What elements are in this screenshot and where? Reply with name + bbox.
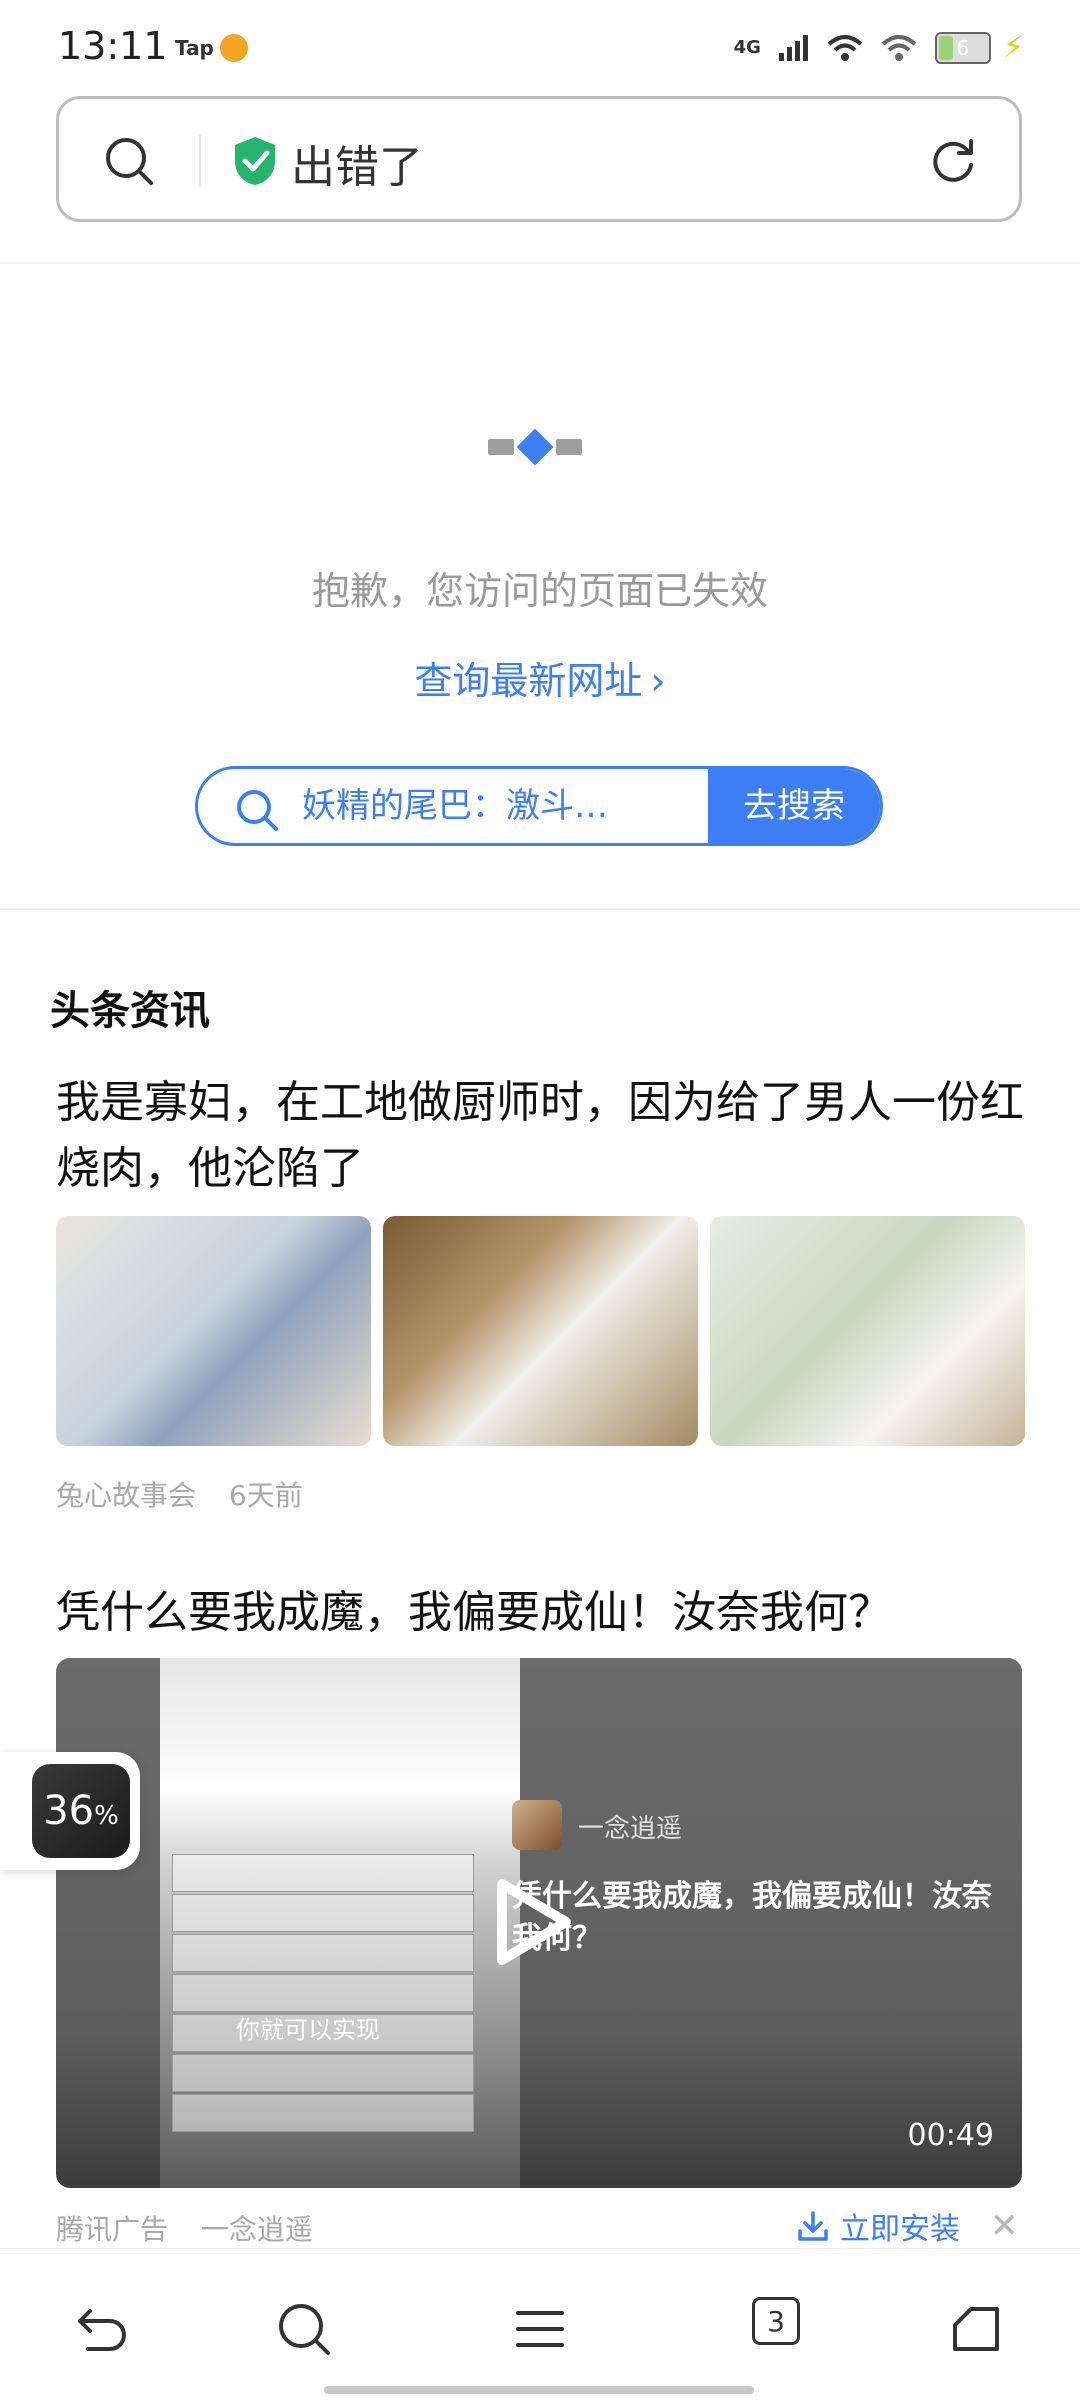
error-message: 抱歉，您访问的页面已失效: [311, 569, 768, 613]
suggest-search-box[interactable]: 妖精的尾巴：激斗… 去搜索: [195, 766, 883, 846]
news-image[interactable]: [383, 1216, 698, 1446]
charging-icon: ⚡: [1002, 30, 1024, 65]
news-image[interactable]: [56, 1216, 371, 1446]
divider: [0, 908, 1080, 910]
search-icon[interactable]: [103, 135, 155, 187]
search-icon: [279, 2304, 330, 2355]
query-latest-url-label[interactable]: 查询最新网址: [414, 659, 642, 703]
floating-progress-badge[interactable]: 36%: [0, 1752, 140, 1870]
install-button[interactable]: 立即安装: [796, 2204, 960, 2248]
page-title[interactable]: 出错了: [291, 131, 423, 195]
address-divider: [199, 135, 201, 187]
back-icon: [78, 2309, 126, 2351]
shield-check-icon: [235, 137, 275, 185]
menu-icon: [516, 2311, 564, 2347]
tap-app-icon: Tap: [175, 36, 214, 60]
menu-button[interactable]: [508, 2297, 572, 2361]
news-section-title: 头条资讯: [50, 988, 210, 1034]
network-type: 4G: [733, 37, 761, 58]
loading-indicator: [488, 428, 582, 466]
home-icon: [953, 2307, 999, 2351]
video-subtitle: 你就可以实现: [236, 2016, 380, 2044]
news-image-row[interactable]: [56, 1216, 1025, 1446]
wifi-icon-2: [881, 34, 917, 61]
news-headline[interactable]: 我是寡妇，在工地做厨师时，因为给了男人一份红烧肉，他沦陷了: [56, 1070, 1026, 1202]
game-screenshot: [160, 1658, 520, 2188]
play-icon[interactable]: [492, 1874, 576, 1970]
wifi-icon: [827, 34, 863, 61]
home-button[interactable]: [944, 2297, 1008, 2361]
bear-notification-icon: [220, 34, 248, 62]
battery-icon: 6: [934, 31, 991, 64]
query-latest-url-link[interactable]: 查询最新网址 ›: [0, 650, 1080, 705]
ad-label: 腾讯广告: [56, 2213, 169, 2246]
tabs-button[interactable]: 3: [752, 2297, 800, 2345]
battery-level: 6: [956, 35, 970, 60]
news-source: 兔心故事会: [56, 1479, 197, 1512]
back-button[interactable]: [70, 2297, 134, 2361]
ad-video[interactable]: 你就可以实现 一念逍遥 凭什么要我成魔，我偏要成仙！汝奈我何？ 00:49: [56, 1658, 1022, 2188]
search-button[interactable]: [272, 2297, 336, 2361]
news-time: 6天前: [228, 1479, 303, 1512]
search-icon: [237, 790, 278, 831]
divider: [0, 262, 1080, 264]
ad-meta: 腾讯广告 一念逍遥: [56, 2208, 337, 2248]
status-time: 13:11: [58, 24, 168, 68]
status-bar: 13:11 Tap 4G 6 ⚡: [0, 0, 1080, 96]
reload-icon[interactable]: [927, 135, 979, 187]
close-icon[interactable]: ✕: [990, 2206, 1019, 2246]
advertiser-avatar: [512, 1800, 562, 1850]
home-indicator[interactable]: [324, 2386, 754, 2394]
news-image[interactable]: [710, 1216, 1025, 1446]
video-duration: 00:49: [907, 2118, 994, 2153]
video-description: 凭什么要我成魔，我偏要成仙！汝奈我何？: [512, 1879, 992, 1956]
chevron-right-icon: ›: [650, 659, 666, 703]
search-suggestion-text[interactable]: 妖精的尾巴：激斗…: [280, 769, 708, 843]
status-icons: 4G 6 ⚡: [734, 30, 1024, 65]
advertiser-name: 一念逍遥: [200, 2213, 313, 2246]
video-source: 一念逍遥: [578, 1814, 683, 1844]
progress-value[interactable]: 36%: [32, 1764, 130, 1858]
signal-icon: [778, 34, 808, 61]
tab-count: 3: [767, 2304, 785, 2338]
install-label[interactable]: 立即安装: [840, 2204, 960, 2248]
download-icon: [798, 2211, 828, 2241]
news-meta: 兔心故事会 6天前: [56, 1474, 327, 1514]
ad-headline[interactable]: 凭什么要我成魔，我偏要成仙！汝奈我何？: [56, 1576, 892, 1640]
bottom-nav: 3: [0, 2248, 1080, 2401]
go-search-button[interactable]: 去搜索: [708, 769, 880, 843]
address-bar[interactable]: 出错了: [56, 96, 1022, 222]
